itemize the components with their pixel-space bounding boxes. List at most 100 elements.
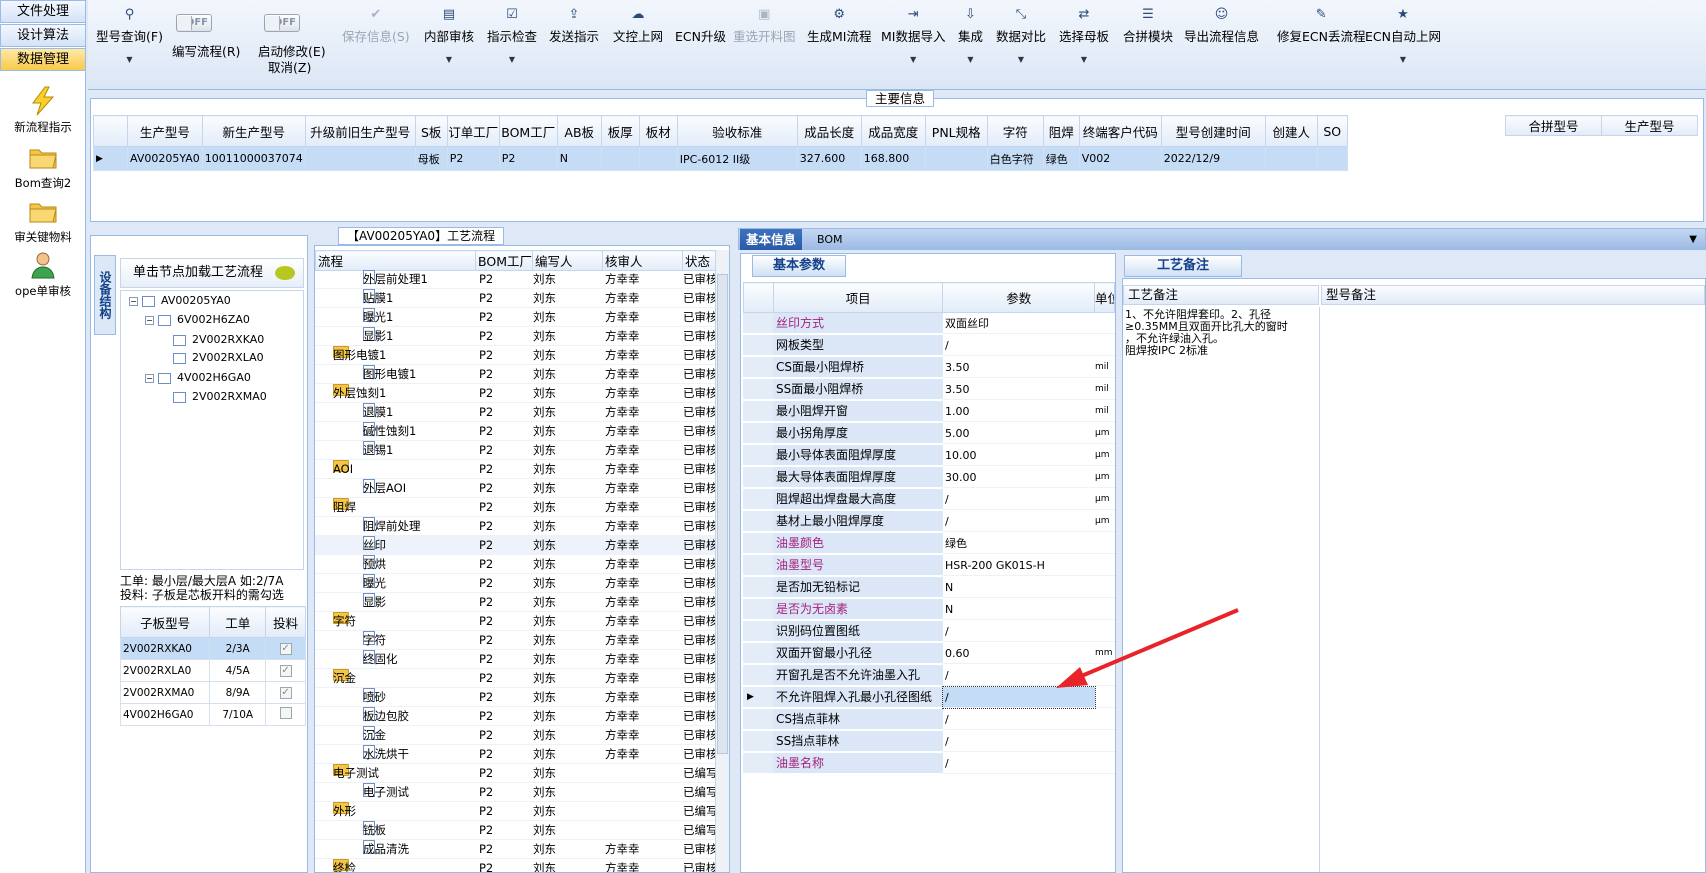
workflow-row[interactable]: 外层前处理1 P2 刘东 方幸幸 已审核 [315,270,719,289]
row-indicator[interactable] [743,335,773,356]
basic-params-tab[interactable]: 基本参数 [752,255,847,277]
row-indicator[interactable] [743,445,773,466]
feed-checkbox[interactable]: ✓ [279,687,292,699]
main-cell[interactable] [600,146,640,171]
tab-bom[interactable]: BOM [811,229,849,250]
main-col-header[interactable]: 升级前旧生产型号 [304,115,416,147]
workflow-row[interactable]: 丝印 P2 刘东 方幸幸 已审核 [315,536,719,555]
workflow-row[interactable]: 水洗烘干 P2 刘东 方幸幸 已审核 [315,745,719,764]
new-flow-instruction-item[interactable]: 新流程指示 [0,86,86,135]
param-value-cell[interactable]: 30.00 [943,467,1095,488]
reselect-cut-chart-button[interactable]: ▣ 重选开料图 [733,8,796,45]
main-col-header[interactable]: BOM工厂 [498,115,558,147]
generate-mi-flow-button[interactable]: ⚙ 生成MI流程 [807,8,871,45]
workflow-row[interactable]: 显影 P2 刘东 方幸幸 已审核 [315,593,719,612]
workflow-row[interactable]: 字符 P2 刘东 方幸幸 已审核 [315,631,719,650]
workflow-row[interactable]: 预烘 P2 刘东 方幸幸 已审核 [315,555,719,574]
tree-node[interactable]: −6V002H6ZA0 [145,312,250,328]
tree-node[interactable]: −4V002H6GA0 [145,370,251,386]
param-value-cell[interactable]: / [943,489,1095,510]
workflow-row[interactable]: 退膜1 P2 刘东 方幸幸 已审核 [315,403,719,422]
nav-file-processing[interactable]: 文件处理 [0,0,86,23]
workflow-row[interactable]: 铣板 P2 刘东 已编写 [315,821,719,840]
main-cell[interactable]: 白色字符 [986,146,1044,171]
workflow-row[interactable]: 喷砂 P2 刘东 方幸幸 已审核 [315,688,719,707]
main-col-header[interactable]: SO [1316,115,1348,147]
sub-board-row[interactable]: 2V002RXKA0 2/3A ✓ [119,637,306,660]
main-cell[interactable]: AV00205YA0 [127,146,203,171]
param-value-cell[interactable]: / [943,731,1095,752]
process-notes-text[interactable]: 1、不允许阻焊套印。2、孔径 ≥0.35MM且双面开比孔大的窗时 ，不允许绿油入… [1125,309,1305,357]
workflow-row[interactable]: −电子测试P2刘东已编写 [315,764,719,783]
param-value-cell[interactable]: N [943,577,1095,598]
main-col-header[interactable]: 订单工厂 [446,115,500,147]
workflow-row[interactable]: −终检P2刘东方幸幸已审核 [315,859,719,872]
workflow-scrollbar[interactable] [715,250,729,872]
workflow-row[interactable]: 电子测试 P2 刘东 已编写 [315,783,719,802]
main-cell[interactable] [304,146,416,171]
workflow-row[interactable]: −沉金P2刘东方幸幸已审核 [315,669,719,688]
tree-node[interactable]: 2V002RXMA0 [173,389,267,405]
workflow-row[interactable]: −字符P2刘东方幸幸已审核 [315,612,719,631]
sub-order-cell[interactable]: 8/9A [209,681,267,704]
main-col-header[interactable]: 型号创建时间 [1160,115,1266,147]
row-indicator[interactable] [743,555,773,576]
key-material-review-item[interactable]: 审关键物料 [0,196,86,245]
main-col-header[interactable]: 板材 [638,115,678,147]
nav-data-management[interactable]: 数据管理 [0,48,86,71]
row-indicator[interactable] [743,467,773,488]
main-col-header[interactable]: S板 [414,115,448,147]
nav-design-algorithm[interactable]: 设计算法 [0,24,86,47]
main-col-header[interactable]: PNL规格 [924,115,988,147]
workflow-row[interactable]: −外形P2刘东已编写 [315,802,719,821]
row-indicator[interactable] [743,731,773,752]
main-col-header[interactable]: AB板 [556,115,602,147]
row-indicator[interactable] [743,379,773,400]
main-col-header[interactable]: 验收标准 [676,115,798,147]
row-indicator[interactable] [743,643,773,664]
row-indicator[interactable] [743,511,773,532]
row-indicator[interactable] [743,489,773,510]
main-cell[interactable]: P2 [446,146,500,171]
row-indicator[interactable] [743,665,773,686]
param-value-cell[interactable]: N [943,599,1095,620]
main-cell[interactable]: IPC-6012 II级 [676,146,798,171]
workflow-row[interactable]: 曝光 P2 刘东 方幸幸 已审核 [315,574,719,593]
feed-checkbox[interactable] [279,707,292,719]
ecn-upgrade-button[interactable]: ECN升级 [675,8,726,45]
tree-node[interactable]: 2V002RXKA0 [173,332,264,348]
workflow-row[interactable]: 图形电镀1 P2 刘东 方幸幸 已审核 [315,365,719,384]
main-col-header[interactable]: 新生产型号 [201,115,306,147]
device-structure-tab[interactable]: 设备结构 [94,255,116,335]
mi-data-import-button[interactable]: ⇥ MI数据导入 ▼ [881,8,945,65]
save-info-button[interactable]: ✔ 保存信息(S) [342,8,410,45]
send-instruction-button[interactable]: ⇪ 发送指示 [549,8,599,45]
main-cell[interactable]: 10011000037074 [201,146,306,171]
row-indicator[interactable] [743,357,773,378]
workflow-row[interactable]: −外层蚀刻1P2刘东方幸幸已审核 [315,384,719,403]
row-indicator[interactable] [743,621,773,642]
row-indicator[interactable]: ▶ [93,146,128,171]
main-col-header[interactable]: 终端客户代码 [1078,115,1162,147]
tree-node[interactable]: 2V002RXLA0 [173,350,264,366]
workflow-row[interactable]: 终固化 P2 刘东 方幸幸 已审核 [315,650,719,669]
main-cell[interactable]: N [556,146,602,171]
sub-order-cell[interactable]: 7/10A [209,703,267,726]
row-indicator[interactable] [743,599,773,620]
row-indicator[interactable] [743,401,773,422]
sub-order-cell[interactable]: 2/3A [209,637,267,660]
row-indicator[interactable] [743,313,773,334]
bom-query2-item[interactable]: Bom查询2 [0,142,86,191]
sub-board-row[interactable]: 4V002H6GA0 7/10A [119,703,306,726]
main-cell[interactable] [638,146,678,171]
main-col-header[interactable]: 创建人 [1264,115,1318,147]
main-cell[interactable] [1264,146,1318,171]
row-indicator[interactable] [743,709,773,730]
process-notes-tab[interactable]: 工艺备注 [1124,255,1243,277]
main-cell[interactable]: 327.600 [796,146,862,171]
main-cell[interactable]: P2 [498,146,558,171]
ope-review-item[interactable]: ope单审核 [0,250,86,299]
main-col-header[interactable]: 阻焊 [1042,115,1080,147]
main-cell[interactable]: 168.800 [860,146,926,171]
main-cell[interactable]: 2022/12/9 [1160,146,1266,171]
